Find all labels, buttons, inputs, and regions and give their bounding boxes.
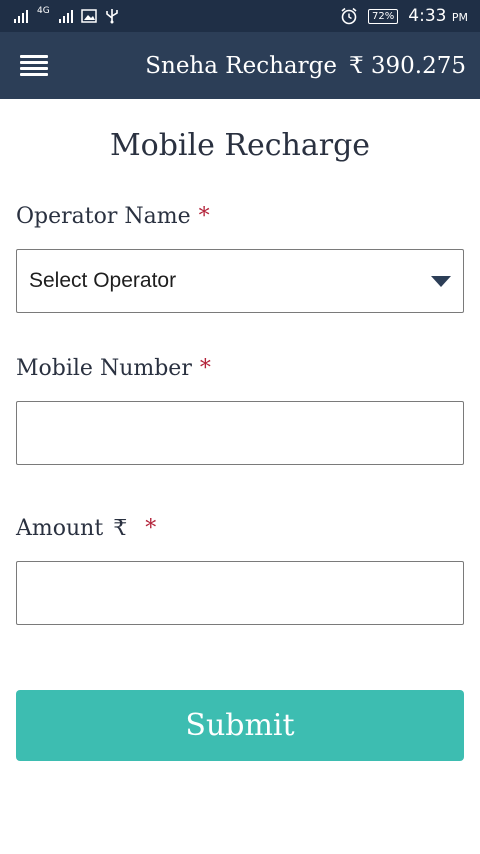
battery-icon: 72%: [368, 8, 399, 24]
wallet-balance: ₹ 390.275: [348, 52, 466, 79]
rupee-icon: ₹: [113, 516, 128, 541]
operator-select-value: Select Operator: [29, 269, 177, 292]
amount-field[interactable]: [16, 561, 464, 625]
amount-label: Amount ₹ *: [16, 516, 156, 541]
status-icons-left: 4G: [14, 6, 119, 24]
network-type-label: 4G: [37, 6, 50, 16]
clock: 4:33 PM: [408, 6, 468, 26]
required-mark: *: [198, 204, 210, 229]
amount-input[interactable]: [17, 562, 463, 624]
app-name: Sneha Recharge: [145, 52, 337, 79]
app-title: Sneha Recharge ₹ 390.275: [145, 53, 466, 79]
hamburger-menu-icon[interactable]: [20, 54, 48, 77]
mobile-number-label-text: Mobile Number: [16, 356, 192, 381]
image-notification-icon: [80, 9, 97, 23]
required-mark: *: [199, 356, 211, 381]
operator-label-text: Operator Name: [16, 204, 191, 229]
operator-label: Operator Name *: [16, 204, 210, 229]
operator-select[interactable]: Select Operator: [16, 249, 464, 313]
app-bar: Sneha Recharge ₹ 390.275: [0, 32, 480, 99]
clock-ampm: PM: [451, 11, 468, 24]
signal-icon-2: [58, 9, 73, 23]
status-bar: 4G 72% 4:33 PM: [0, 0, 480, 32]
mobile-number-field[interactable]: [16, 401, 464, 465]
submit-button[interactable]: Submit: [16, 690, 464, 761]
mobile-number-input[interactable]: [17, 402, 463, 464]
clock-time: 4:33: [408, 6, 447, 26]
alarm-icon: [341, 7, 357, 25]
mobile-number-label: Mobile Number *: [16, 356, 211, 381]
required-mark: *: [145, 516, 157, 541]
signal-icon: [14, 9, 28, 23]
page-title: Mobile Recharge: [109, 128, 371, 163]
amount-label-text: Amount: [16, 516, 104, 541]
usb-icon: [105, 9, 118, 24]
status-icons-right: 72% 4:33 PM: [340, 6, 468, 26]
chevron-down-icon: [431, 275, 451, 287]
